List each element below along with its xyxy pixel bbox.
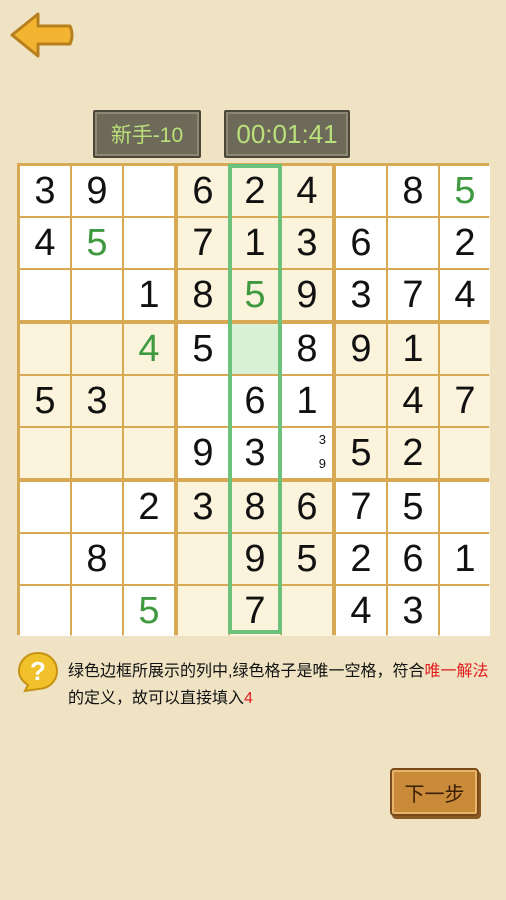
cell-r6-c8[interactable]: 2	[388, 428, 438, 478]
cell-r2-c2[interactable]: 5	[72, 218, 122, 268]
cell-r7-c7[interactable]: 7	[336, 482, 386, 532]
cell-r8-c9[interactable]: 1	[440, 534, 490, 584]
pencil-note: 3	[318, 432, 326, 447]
cell-r5-c2[interactable]: 3	[72, 376, 122, 426]
cell-r7-c8[interactable]: 5	[388, 482, 438, 532]
cell-r3-c8[interactable]: 7	[388, 270, 438, 320]
cell-r1-c4[interactable]: 6	[178, 166, 228, 216]
cell-r2-c4[interactable]: 7	[178, 218, 228, 268]
cell-r2-c3[interactable]	[124, 218, 174, 268]
cell-r3-c2[interactable]	[72, 270, 122, 320]
hint-part2: 的定义，故可以直接填入	[68, 690, 245, 707]
cell-r8-c4[interactable]	[178, 534, 228, 584]
cell-r1-c7[interactable]	[336, 166, 386, 216]
cell-r4-c1[interactable]	[20, 324, 70, 374]
cell-r9-c6[interactable]	[282, 586, 332, 636]
cell-r2-c1[interactable]: 4	[20, 218, 70, 268]
cell-r3-c7[interactable]: 3	[336, 270, 386, 320]
next-step-button[interactable]: 下一步	[390, 768, 479, 816]
cell-r6-c2[interactable]	[72, 428, 122, 478]
cell-r4-c6[interactable]: 8	[282, 324, 332, 374]
cell-r5-c7[interactable]	[336, 376, 386, 426]
cell-r9-c4[interactable]	[178, 586, 228, 636]
cell-r1-c2[interactable]: 9	[72, 166, 122, 216]
cell-r2-c5[interactable]: 1	[230, 218, 280, 268]
cell-r9-c2[interactable]	[72, 586, 122, 636]
cell-r7-c3[interactable]: 2	[124, 482, 174, 532]
cell-r1-c3[interactable]	[124, 166, 174, 216]
cell-r2-c7[interactable]: 6	[336, 218, 386, 268]
cell-r6-c1[interactable]	[20, 428, 70, 478]
cell-r6-c9[interactable]	[440, 428, 490, 478]
cell-r9-c5[interactable]: 7	[230, 586, 280, 636]
cell-r5-c4[interactable]	[178, 376, 228, 426]
hint-part1: 绿色边框所展示的列中,绿色格子是唯一空格，符合	[68, 663, 425, 680]
cell-r6-c4[interactable]: 9	[178, 428, 228, 478]
cell-r5-c1[interactable]: 5	[20, 376, 70, 426]
cell-r2-c9[interactable]: 2	[440, 218, 490, 268]
cell-r5-c8[interactable]: 4	[388, 376, 438, 426]
pencil-note: 9	[318, 456, 326, 471]
cell-r1-c1[interactable]: 3	[20, 166, 70, 216]
hint-text: 绿色边框所展示的列中,绿色格子是唯一空格，符合唯一解法的定义，故可以直接填入4	[68, 658, 496, 712]
cell-r5-c9[interactable]: 7	[440, 376, 490, 426]
cell-r8-c1[interactable]	[20, 534, 70, 584]
cell-r3-c5[interactable]: 5	[230, 270, 280, 320]
question-bubble-icon: ?	[17, 651, 59, 693]
cell-r7-c6[interactable]: 6	[282, 482, 332, 532]
cell-r6-c6[interactable]: 39	[282, 428, 332, 478]
cell-r2-c6[interactable]: 3	[282, 218, 332, 268]
cell-r1-c9[interactable]: 5	[440, 166, 490, 216]
svg-text:?: ?	[30, 656, 46, 686]
cell-r4-c4[interactable]: 5	[178, 324, 228, 374]
cell-r5-c6[interactable]: 1	[282, 376, 332, 426]
cell-r1-c6[interactable]: 4	[282, 166, 332, 216]
cell-r6-c5[interactable]: 3	[230, 428, 280, 478]
cell-r8-c7[interactable]: 2	[336, 534, 386, 584]
cell-r8-c2[interactable]: 8	[72, 534, 122, 584]
cell-r2-c8[interactable]	[388, 218, 438, 268]
sudoku-board: 3962485457136218593744589153614793395223…	[17, 163, 490, 636]
cell-r6-c7[interactable]: 5	[336, 428, 386, 478]
cell-r7-c5[interactable]: 8	[230, 482, 280, 532]
cell-r4-c9[interactable]	[440, 324, 490, 374]
cell-r4-c3[interactable]: 4	[124, 324, 174, 374]
cell-r4-c2[interactable]	[72, 324, 122, 374]
cell-r9-c3[interactable]: 5	[124, 586, 174, 636]
back-arrow-icon[interactable]	[8, 8, 76, 62]
cell-r3-c9[interactable]: 4	[440, 270, 490, 320]
cell-r8-c3[interactable]	[124, 534, 174, 584]
hint-answer: 4	[244, 690, 253, 707]
cell-r5-c5[interactable]: 6	[230, 376, 280, 426]
cell-r9-c8[interactable]: 3	[388, 586, 438, 636]
cell-r7-c1[interactable]	[20, 482, 70, 532]
timer-display: 00:01:41	[224, 110, 350, 158]
cell-r7-c9[interactable]	[440, 482, 490, 532]
cell-r1-c5[interactable]: 2	[230, 166, 280, 216]
hint-technique: 唯一解法	[424, 663, 489, 680]
cell-r4-c5[interactable]	[230, 324, 280, 374]
cell-r9-c9[interactable]	[440, 586, 490, 636]
cell-r4-c8[interactable]: 1	[388, 324, 438, 374]
cell-r4-c7[interactable]: 9	[336, 324, 386, 374]
cell-r8-c6[interactable]: 5	[282, 534, 332, 584]
cell-r1-c8[interactable]: 8	[388, 166, 438, 216]
cell-r6-c3[interactable]	[124, 428, 174, 478]
cell-r5-c3[interactable]	[124, 376, 174, 426]
level-label: 新手-10	[93, 110, 201, 158]
cell-r3-c4[interactable]: 8	[178, 270, 228, 320]
cell-r9-c7[interactable]: 4	[336, 586, 386, 636]
cell-r9-c1[interactable]	[20, 586, 70, 636]
cell-r8-c5[interactable]: 9	[230, 534, 280, 584]
cell-r7-c4[interactable]: 3	[178, 482, 228, 532]
cell-r3-c1[interactable]	[20, 270, 70, 320]
cell-r3-c6[interactable]: 9	[282, 270, 332, 320]
cell-r7-c2[interactable]	[72, 482, 122, 532]
cell-r8-c8[interactable]: 6	[388, 534, 438, 584]
cell-r3-c3[interactable]: 1	[124, 270, 174, 320]
